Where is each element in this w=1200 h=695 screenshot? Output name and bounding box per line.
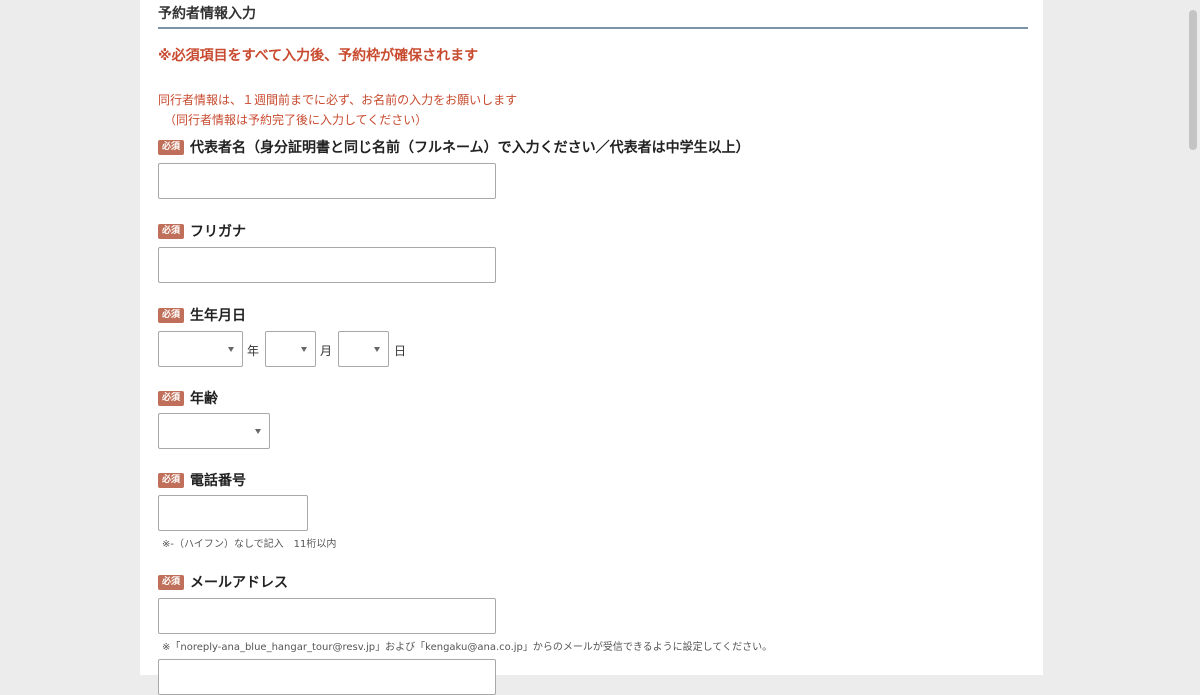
field-label-birthdate: 必須 生年月日 [158, 306, 246, 324]
phone-label: 電話番号 [190, 473, 247, 489]
required-badge: 必須 [158, 390, 185, 406]
month-unit: 月 [320, 344, 333, 358]
chevron-down-icon [228, 347, 234, 352]
field-label-email: 必須 メールアドレス [158, 573, 288, 591]
field-label-name: 必須 代表者名（身分証明書と同じ名前（フルネーム）で入力ください／代表者は中学生… [158, 138, 750, 156]
furigana-label: フリガナ [190, 224, 247, 240]
birth-day-select[interactable] [338, 331, 389, 367]
required-badge: 必須 [158, 574, 185, 590]
year-unit: 年 [247, 344, 260, 358]
section-title: 予約者情報入力 [158, 6, 256, 22]
required-notice: ※必須項目をすべて入力後、予約枠が確保されます [158, 48, 479, 64]
companion-info-line2: （同行者情報は予約完了後に入力してください） [164, 113, 428, 127]
field-label-furigana: 必須 フリガナ [158, 222, 246, 240]
email-input[interactable] [158, 598, 496, 634]
email-confirm-input[interactable] [158, 659, 496, 695]
companion-info-line1: 同行者情報は、１週間前までに必ず、お名前の入力をお願いします [158, 93, 518, 107]
age-select[interactable] [158, 413, 270, 449]
email-label: メールアドレス [190, 575, 289, 591]
phone-note: ※-（ハイフン）なしで記入 11桁以内 [162, 539, 337, 550]
field-label-age: 必須 年齢 [158, 389, 218, 407]
birthdate-label: 生年月日 [190, 308, 247, 324]
birth-month-select[interactable] [265, 331, 316, 367]
phone-input[interactable] [158, 495, 308, 531]
chevron-down-icon [301, 347, 307, 352]
required-badge: 必須 [158, 472, 185, 488]
required-badge: 必須 [158, 223, 185, 239]
birth-year-select[interactable] [158, 331, 243, 367]
chevron-down-icon [255, 429, 261, 434]
scrollbar[interactable] [1186, 0, 1200, 675]
chevron-down-icon [374, 347, 380, 352]
required-badge: 必須 [158, 139, 185, 155]
required-badge: 必須 [158, 307, 185, 323]
scrollbar-thumb[interactable] [1189, 10, 1197, 150]
section-divider [158, 27, 1028, 29]
day-unit: 日 [394, 344, 407, 358]
email-note: ※「noreply-ana_blue_hangar_tour@resv.jp」お… [162, 642, 773, 653]
field-label-phone: 必須 電話番号 [158, 471, 246, 489]
reservation-form-panel: 予約者情報入力 ※必須項目をすべて入力後、予約枠が確保されます 同行者情報は、１… [140, 0, 1043, 695]
furigana-input[interactable] [158, 247, 496, 283]
name-label: 代表者名（身分証明書と同じ名前（フルネーム）で入力ください／代表者は中学生以上） [190, 140, 750, 156]
name-input[interactable] [158, 163, 496, 199]
age-label: 年齢 [190, 391, 219, 407]
